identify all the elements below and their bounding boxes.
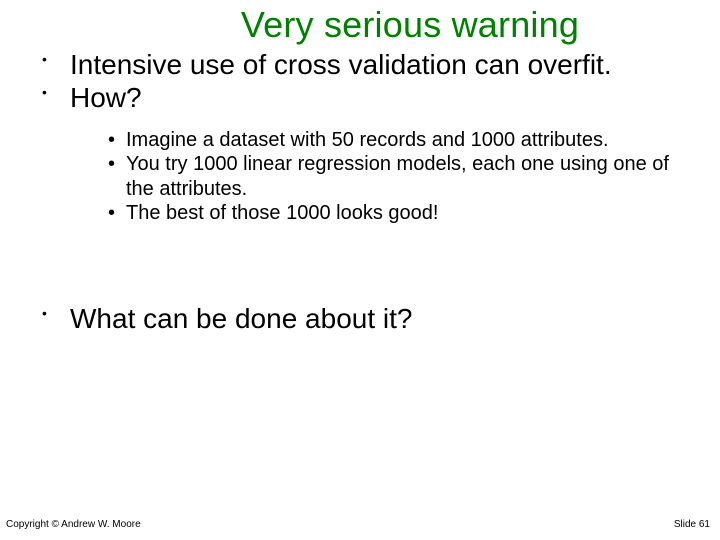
copyright-text: Copyright © Andrew W. Moore (6, 519, 141, 530)
bullet-item: How? (30, 81, 700, 114)
main-bullet-list: Intensive use of cross validation can ov… (0, 48, 720, 114)
sub-bullet-list: Imagine a dataset with 50 records and 10… (0, 128, 720, 226)
slide-number: Slide 61 (674, 519, 710, 530)
sub-bullet-item: Imagine a dataset with 50 records and 10… (108, 128, 690, 152)
sub-bullet-item: You try 1000 linear regression models, e… (108, 152, 690, 201)
slide-footer: Copyright © Andrew W. Moore Slide 61 (0, 519, 720, 530)
sub-bullet-item: The best of those 1000 looks good! (108, 201, 690, 225)
bullet-item: What can be done about it? (30, 302, 700, 335)
bullet-item: Intensive use of cross validation can ov… (30, 48, 700, 81)
slide-title: Very serious warning (0, 0, 720, 46)
main-bullet-list-2: What can be done about it? (0, 302, 720, 335)
